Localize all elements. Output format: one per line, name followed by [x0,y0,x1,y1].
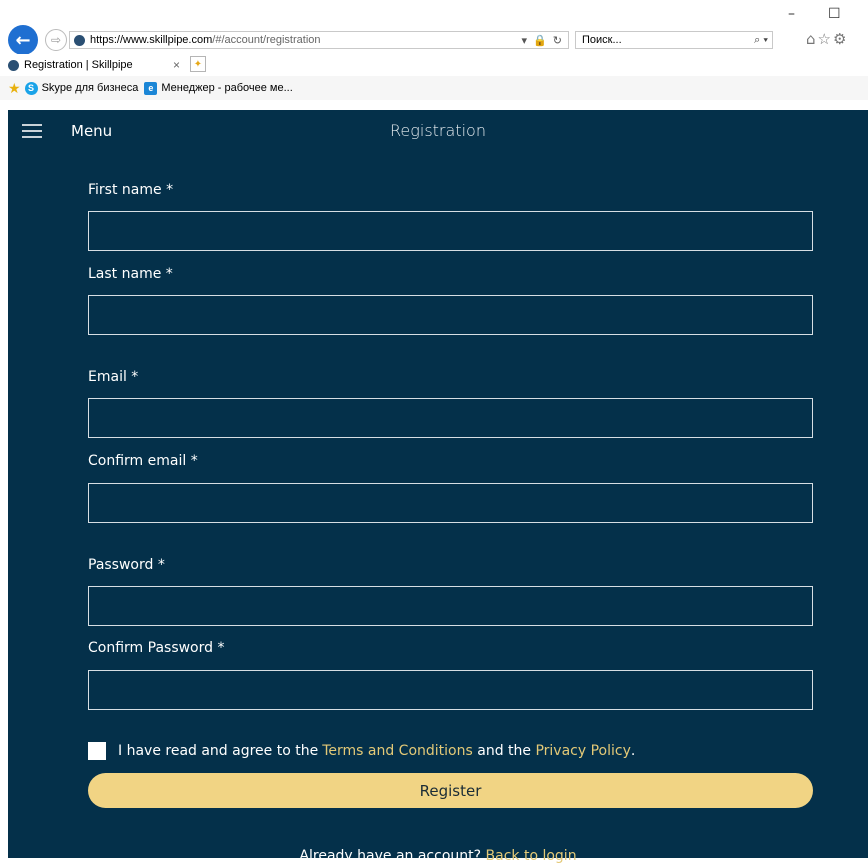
forward-button[interactable]: ⇨ [45,29,67,51]
refresh-icon[interactable]: ↻ [553,34,562,47]
site-icon [8,59,19,71]
login-prompt-text: Already have an account? [299,848,486,864]
favorite-label: Skype для бизнеса [41,82,139,94]
agree-text-3: . [630,743,636,759]
new-tab-icon: ✦ [193,58,203,70]
favorites-star-icon[interactable]: ☆ [818,30,833,48]
url-path: /#/account/registration [212,34,321,46]
confirm-email-label: Confirm email * [88,453,198,469]
skype-icon: S [24,81,38,95]
privacy-link[interactable]: Privacy Policy [535,743,630,759]
dropdown-icon[interactable]: ▾ [522,34,528,47]
password-label: Password * [88,557,165,573]
home-icon[interactable]: ⌂ [806,30,818,48]
favorites-add-icon[interactable]: ★ [8,80,21,97]
confirm-email-input[interactable] [88,483,813,523]
arrow-right-icon: ⇨ [50,33,62,47]
confirm-password-label: Confirm Password * [88,640,225,656]
lock-icon: 🔒 [533,34,547,47]
favorite-skype[interactable]: S Skype для бизнеса [24,81,139,95]
favorite-manager[interactable]: e Менеджер - рабочее ме... [144,81,293,95]
last-name-input[interactable] [88,295,813,335]
agree-text: I have read and agree to the [118,743,319,759]
confirm-password-input[interactable] [88,670,813,710]
first-name-input[interactable] [88,211,813,251]
search-icon[interactable]: ⌕ ▾ [754,34,768,47]
search-placeholder: Поиск... [582,34,622,46]
browser-chrome: – ☐ ← ⇨ https://www. skillpipe.com/#/acco… [0,0,868,114]
first-name-label: First name * [88,182,174,198]
site-icon [74,34,85,46]
new-tab-button[interactable]: ✦ [190,56,206,72]
url-scheme: https://www. [90,34,150,46]
arrow-left-icon: ← [15,29,31,51]
toolbar-icons: ⌂☆⚙ [806,30,848,48]
favorite-label: Менеджер - рабочее ме... [161,82,293,94]
url-host: skillpipe.com [149,34,213,46]
minimize-button[interactable]: – [788,6,795,24]
tab-registration[interactable]: Registration | Skillpipe × [0,54,188,76]
registration-page: Menu Registration First name * Last name… [8,110,868,864]
search-box[interactable]: Поиск... ⌕ ▾ [575,31,773,49]
email-label: Email * [88,369,139,385]
gear-icon[interactable]: ⚙ [833,30,848,48]
tab-bar: Registration | Skillpipe × ✦ [0,54,868,76]
last-name-label: Last name * [88,266,173,282]
page-title: Registration [390,121,486,140]
favorites-bar: ★ S Skype для бизнеса e Менеджер - рабоч… [0,76,868,100]
terms-link[interactable]: Terms and Conditions [322,743,473,759]
terms-checkbox[interactable] [88,742,106,760]
register-button[interactable]: Register [88,773,813,808]
maximize-button[interactable]: ☐ [828,6,841,24]
ie-icon: e [144,81,158,95]
terms-agreement: I have read and agree to the Terms and C… [88,742,635,760]
agree-text-2: and the [472,743,536,759]
tab-title: Registration | Skillpipe [24,59,133,71]
email-input[interactable] [88,398,813,438]
back-button[interactable]: ← [8,25,38,55]
login-prompt: Already have an account? Back to login [8,848,868,864]
address-bar[interactable]: https://www. skillpipe.com/#/account/regi… [69,31,569,49]
close-icon[interactable]: × [173,58,180,72]
password-input[interactable] [88,586,813,626]
back-to-login-link[interactable]: Back to login [486,848,577,864]
